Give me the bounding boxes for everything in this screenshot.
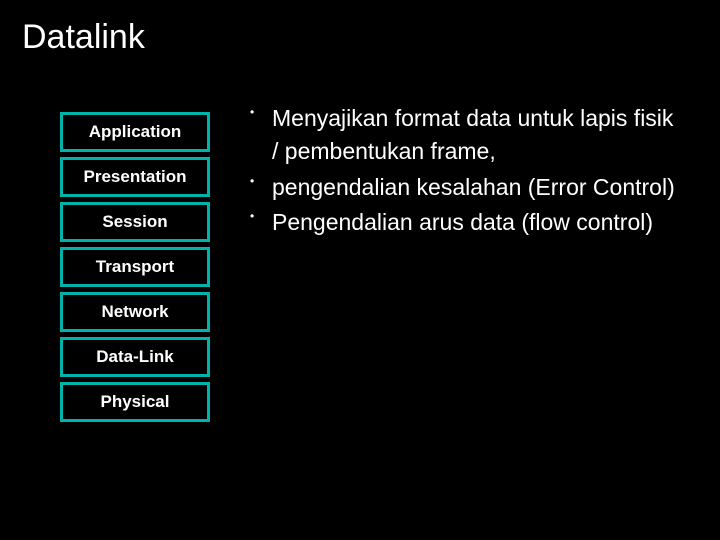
bullet-text: Menyajikan format data untuk lapis fisik… (272, 102, 680, 169)
slide-title: Datalink (22, 18, 690, 57)
osi-layer-stack: Application Presentation Session Transpo… (60, 112, 210, 422)
layer-transport: Transport (60, 247, 210, 287)
layer-physical: Physical (60, 382, 210, 422)
layer-datalink: Data-Link (60, 337, 210, 377)
layer-application: Application (60, 112, 210, 152)
bullet-item: • Menyajikan format data untuk lapis fis… (250, 102, 680, 169)
bullet-text: Pengendalian arus data (flow control) (272, 206, 680, 239)
bullet-item: • Pengendalian arus data (flow control) (250, 206, 680, 239)
bullet-text: pengendalian kesalahan (Error Control) (272, 171, 680, 204)
layer-session: Session (60, 202, 210, 242)
bullet-marker-icon: • (250, 171, 272, 190)
content-area: Application Presentation Session Transpo… (30, 102, 690, 422)
layer-presentation: Presentation (60, 157, 210, 197)
bullet-list: • Menyajikan format data untuk lapis fis… (250, 102, 690, 422)
bullet-marker-icon: • (250, 206, 272, 225)
slide: Datalink Application Presentation Sessio… (0, 0, 720, 540)
bullet-item: • pengendalian kesalahan (Error Control) (250, 171, 680, 204)
layer-network: Network (60, 292, 210, 332)
bullet-marker-icon: • (250, 102, 272, 121)
